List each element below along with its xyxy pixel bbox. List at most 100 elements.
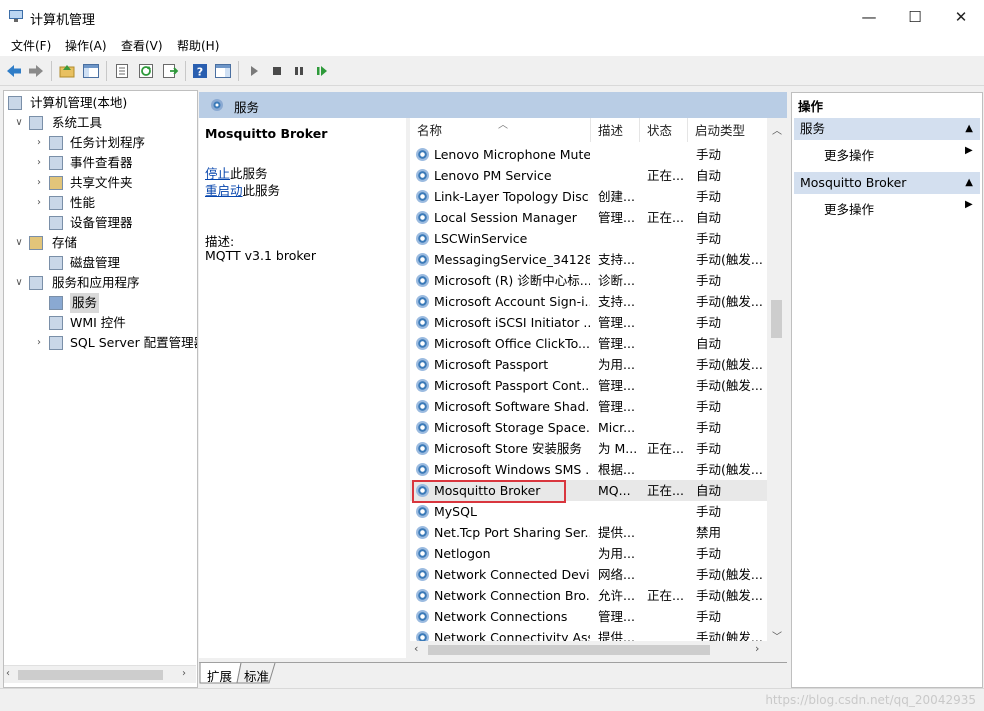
tree-item[interactable]: ∨ 系统工具 — [4, 113, 197, 133]
service-row[interactable]: Local Session Manager 管理... 正在... 自动 — [410, 207, 768, 228]
service-row[interactable]: Network Connectivity Ass... 提供... 手动(触发... — [410, 627, 768, 641]
collapse-up-icon[interactable]: ▲ — [965, 118, 973, 140]
service-row[interactable]: Microsoft Windows SMS ... 根据... 手动(触发... — [410, 459, 768, 480]
scroll-up-arrow-icon[interactable]: ︿ — [772, 122, 782, 137]
scroll-right-arrow-icon[interactable]: › — [755, 642, 759, 655]
tree-item[interactable]: 服务 — [4, 293, 197, 313]
help-icon[interactable]: ? — [191, 62, 209, 80]
service-gear-icon — [416, 379, 429, 392]
service-row[interactable]: Microsoft Account Sign-i... 支持... 手动(触发... — [410, 291, 768, 312]
service-row[interactable]: MessagingService_34128 支持... 手动(触发... — [410, 249, 768, 270]
tree-item[interactable]: ∨ 服务和应用程序 — [4, 273, 197, 293]
stop-service-link[interactable]: 停止 — [205, 166, 230, 181]
tree-item[interactable]: › SQL Server 配置管理器 — [4, 333, 197, 353]
service-desc: 提供... — [598, 525, 635, 540]
refresh-icon[interactable] — [137, 62, 155, 80]
start-service-icon[interactable] — [245, 62, 263, 80]
service-row[interactable]: Microsoft iSCSI Initiator ... 管理... 手动 — [410, 312, 768, 333]
service-gear-icon — [416, 589, 429, 602]
stop-service-icon[interactable] — [268, 62, 286, 80]
scroll-right-arrow-icon[interactable]: › — [182, 668, 186, 679]
collapsed-chevron-icon[interactable]: › — [34, 133, 44, 153]
actions-section-services[interactable]: 服务 ▲ — [794, 118, 980, 140]
maximize-button[interactable]: ☐ — [892, 0, 938, 34]
tree-item[interactable]: › 性能 — [4, 193, 197, 213]
restart-service-icon[interactable] — [313, 62, 331, 80]
service-row[interactable]: Microsoft Store 安装服务 为 M... 正在... 手动 — [410, 438, 768, 459]
scroll-down-arrow-icon[interactable]: ﹀ — [772, 628, 782, 643]
service-row[interactable]: Link-Layer Topology Disc... 创建... 手动 — [410, 186, 768, 207]
collapsed-chevron-icon[interactable]: › — [34, 193, 44, 213]
service-row[interactable]: Microsoft Software Shad... 管理... 手动 — [410, 396, 768, 417]
tree-item[interactable]: › 共享文件夹 — [4, 173, 197, 193]
expanded-chevron-icon[interactable]: ∨ — [14, 273, 24, 293]
service-row[interactable]: Microsoft (R) 诊断中心标... 诊断... 手动 — [410, 270, 768, 291]
properties-icon[interactable] — [113, 62, 131, 80]
tree-item[interactable]: › 任务计划程序 — [4, 133, 197, 153]
menu-action[interactable]: 操作(A) — [65, 37, 107, 54]
tree-item[interactable]: 设备管理器 — [4, 213, 197, 233]
computer-management-icon — [8, 96, 22, 110]
tab-extended[interactable]: 扩展 — [207, 666, 232, 685]
forward-arrow-icon[interactable] — [27, 62, 45, 80]
service-row[interactable]: MySQL 手动 — [410, 501, 768, 522]
service-row[interactable]: Network Connections 管理... 手动 — [410, 606, 768, 627]
tree-scroll-thumb[interactable] — [18, 670, 163, 680]
service-row[interactable]: Network Connection Bro... 允许... 正在... 手动(触发… — [410, 585, 768, 606]
menu-view[interactable]: 查看(V) — [121, 37, 163, 54]
expanded-chevron-icon[interactable]: ∨ — [14, 233, 24, 253]
disk-management-icon — [49, 256, 63, 270]
scroll-left-arrow-icon[interactable]: ‹ — [414, 642, 418, 655]
back-arrow-icon[interactable] — [5, 62, 23, 80]
tree-item[interactable]: 计算机管理(本地) — [4, 93, 197, 113]
service-row[interactable]: Microsoft Passport 为用... 手动(触发... — [410, 354, 768, 375]
service-row[interactable]: Net.Tcp Port Sharing Ser... 提供... 禁用 — [410, 522, 768, 543]
pause-service-icon[interactable] — [290, 62, 308, 80]
service-row[interactable]: Mosquitto Broker MQ... 正在... 自动 — [410, 480, 768, 503]
service-row[interactable]: Microsoft Storage Space... Micr... 手动 — [410, 417, 768, 438]
minimize-button[interactable]: — — [846, 0, 892, 34]
list-vertical-scrollbar[interactable]: ︿ ﹀ — [767, 118, 787, 658]
tree-horizontal-scrollbar[interactable]: ‹ › — [4, 665, 196, 683]
service-startup: 自动 — [696, 336, 722, 351]
show-hide-tree-icon[interactable] — [82, 62, 100, 80]
actions-section-mosquitto[interactable]: Mosquitto Broker ▲ — [794, 172, 980, 194]
list-hscroll-thumb[interactable] — [428, 645, 710, 655]
tree-item[interactable]: ∨ 存储 — [4, 233, 197, 253]
close-button[interactable]: ✕ — [938, 0, 984, 34]
column-header-startup-type[interactable]: 启动类型 — [688, 118, 768, 142]
column-header-description[interactable]: 描述 — [591, 118, 640, 142]
service-row[interactable]: Microsoft Passport Cont... 管理... 手动(触发... — [410, 375, 768, 396]
more-actions-services[interactable]: 更多操作 — [824, 145, 874, 164]
collapsed-chevron-icon[interactable]: › — [34, 333, 44, 353]
service-row[interactable]: Network Connected Devi... 网络... 手动(触发... — [410, 564, 768, 585]
service-row[interactable]: LSCWinService 手动 — [410, 228, 768, 249]
column-header-status[interactable]: 状态 — [640, 118, 688, 142]
service-row[interactable]: Lenovo PM Service 正在... 自动 — [410, 165, 768, 186]
service-gear-icon — [416, 148, 429, 161]
service-gear-icon — [416, 337, 429, 350]
show-action-pane-icon[interactable] — [214, 62, 232, 80]
collapsed-chevron-icon[interactable]: › — [34, 173, 44, 193]
services-gear-icon — [211, 99, 223, 111]
tree-item[interactable]: WMI 控件 — [4, 313, 197, 333]
menu-help[interactable]: 帮助(H) — [177, 37, 219, 54]
tab-standard[interactable]: 标准 — [244, 666, 269, 685]
restart-service-link[interactable]: 重启动 — [205, 183, 243, 198]
service-status: 正在... — [647, 483, 684, 498]
menu-file[interactable]: 文件(F) — [11, 37, 51, 54]
export-list-icon[interactable] — [161, 62, 179, 80]
tree-item[interactable]: 磁盘管理 — [4, 253, 197, 273]
tree-item[interactable]: › 事件查看器 — [4, 153, 197, 173]
service-row[interactable]: Lenovo Microphone Mute 手动 — [410, 144, 768, 165]
more-actions-mosquitto[interactable]: 更多操作 — [824, 199, 874, 218]
up-folder-icon[interactable] — [58, 62, 76, 80]
service-row[interactable]: Microsoft Office ClickTo... 管理... 自动 — [410, 333, 768, 354]
expanded-chevron-icon[interactable]: ∨ — [14, 113, 24, 133]
list-scroll-thumb[interactable] — [771, 300, 782, 338]
scroll-left-arrow-icon[interactable]: ‹ — [6, 668, 10, 679]
collapse-up-icon[interactable]: ▲ — [965, 172, 973, 194]
collapsed-chevron-icon[interactable]: › — [34, 153, 44, 173]
list-horizontal-scrollbar[interactable]: ‹ › — [410, 641, 768, 658]
service-row[interactable]: Netlogon 为用... 手动 — [410, 543, 768, 564]
